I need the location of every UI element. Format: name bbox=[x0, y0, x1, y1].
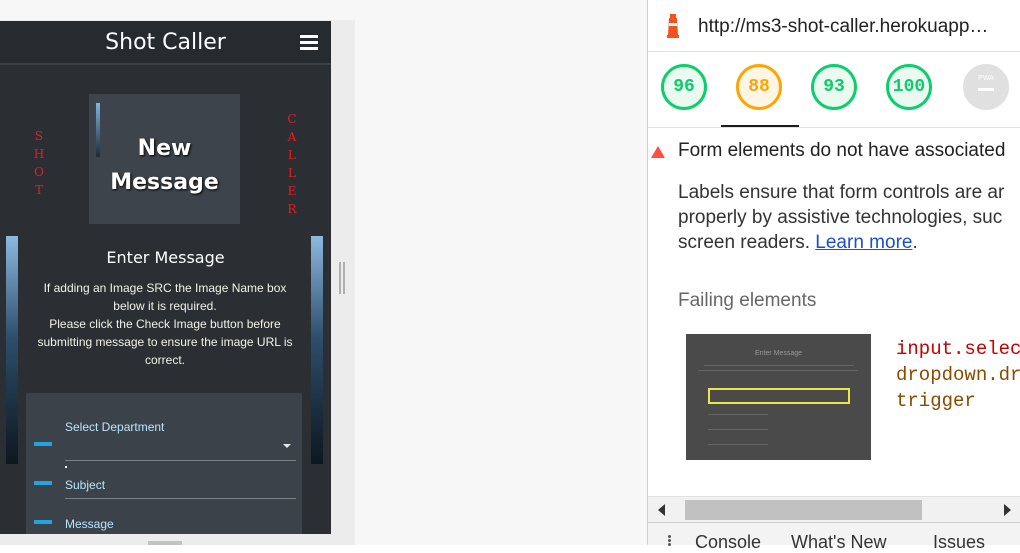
decorative-bar-left bbox=[6, 236, 18, 464]
mobile-page: Shot Caller SHOT CALLER New Message Ente… bbox=[0, 21, 331, 534]
decorative-bar-right bbox=[311, 236, 323, 464]
subject-input-label: Subject bbox=[65, 478, 106, 492]
select-dot bbox=[65, 466, 67, 468]
performance-score-gauge[interactable]: 96 bbox=[661, 64, 707, 110]
side-word-left: SHOT bbox=[33, 129, 45, 197]
navbar: Shot Caller bbox=[0, 21, 331, 65]
thumbnail-title: Enter Message bbox=[754, 350, 803, 357]
pwa-label: PWA bbox=[978, 75, 994, 82]
lighthouse-panel: http://ms3-shot-caller.herokuapp… 96 88 … bbox=[647, 0, 1020, 552]
lighthouse-icon bbox=[667, 14, 679, 38]
message-field-icon bbox=[34, 520, 52, 524]
tab-issues[interactable]: Issues bbox=[933, 532, 985, 553]
pwa-score-gauge[interactable]: PWA bbox=[963, 64, 1009, 110]
score-gauges: 96 88 93 100 PWA bbox=[648, 52, 1020, 128]
failing-elements-heading: Failing elements bbox=[678, 290, 817, 311]
audit-title[interactable]: Form elements do not have associated bbox=[678, 140, 1005, 162]
report-url[interactable]: http://ms3-shot-caller.herokuapp… bbox=[698, 16, 988, 38]
fail-triangle-icon bbox=[651, 146, 665, 158]
menu-icon[interactable] bbox=[300, 35, 318, 50]
message-input-label: Message bbox=[65, 517, 114, 531]
message-form: Select Department Subject Message bbox=[26, 393, 302, 534]
page-title: New Message bbox=[110, 136, 219, 195]
report-url-bar: http://ms3-shot-caller.herokuapp… bbox=[648, 0, 1020, 52]
best-practices-score-gauge[interactable]: 93 bbox=[811, 64, 857, 110]
department-field-icon bbox=[34, 442, 52, 446]
pwa-dash-icon bbox=[978, 88, 994, 91]
scrollbar-thumb[interactable] bbox=[685, 500, 922, 520]
failing-element-screenshot[interactable]: Enter Message bbox=[686, 334, 871, 460]
highlighted-element-box bbox=[708, 388, 850, 404]
seo-score-gauge[interactable]: 100 bbox=[886, 64, 932, 110]
horizontal-scrollbar[interactable] bbox=[648, 496, 1020, 522]
bottom-resize-handle[interactable] bbox=[148, 541, 182, 545]
learn-more-link[interactable]: Learn more bbox=[815, 232, 912, 253]
more-options-icon[interactable] bbox=[668, 535, 671, 546]
subject-field-icon bbox=[34, 481, 52, 485]
brand-logo[interactable]: Shot Caller bbox=[0, 30, 331, 55]
failing-element-selector[interactable]: input.select dropdown.dro trigger bbox=[896, 336, 1020, 414]
subject-input[interactable] bbox=[65, 498, 296, 499]
accessibility-score-gauge[interactable]: 88 bbox=[736, 64, 782, 110]
page-title-card: New Message bbox=[89, 94, 240, 224]
chevron-down-icon[interactable] bbox=[283, 444, 291, 448]
devtools-drawer: Console What's New Issues bbox=[648, 522, 1020, 552]
active-gauge-indicator bbox=[721, 125, 799, 127]
department-select-label: Select Department bbox=[65, 420, 165, 434]
scroll-right-arrow-icon[interactable] bbox=[1004, 504, 1011, 516]
tab-whats-new[interactable]: What's New bbox=[791, 532, 886, 553]
side-word-right: CALLER bbox=[287, 112, 297, 216]
help-text: If adding an Image SRC the Image Name bo… bbox=[37, 281, 293, 367]
section-title: Enter Message bbox=[106, 248, 225, 267]
audit-description: Labels ensure that form controls are ar … bbox=[678, 182, 1005, 253]
department-select[interactable] bbox=[65, 460, 296, 461]
resize-handle[interactable] bbox=[339, 262, 345, 294]
tab-console[interactable]: Console bbox=[695, 532, 761, 553]
scroll-left-arrow-icon[interactable] bbox=[658, 504, 665, 516]
